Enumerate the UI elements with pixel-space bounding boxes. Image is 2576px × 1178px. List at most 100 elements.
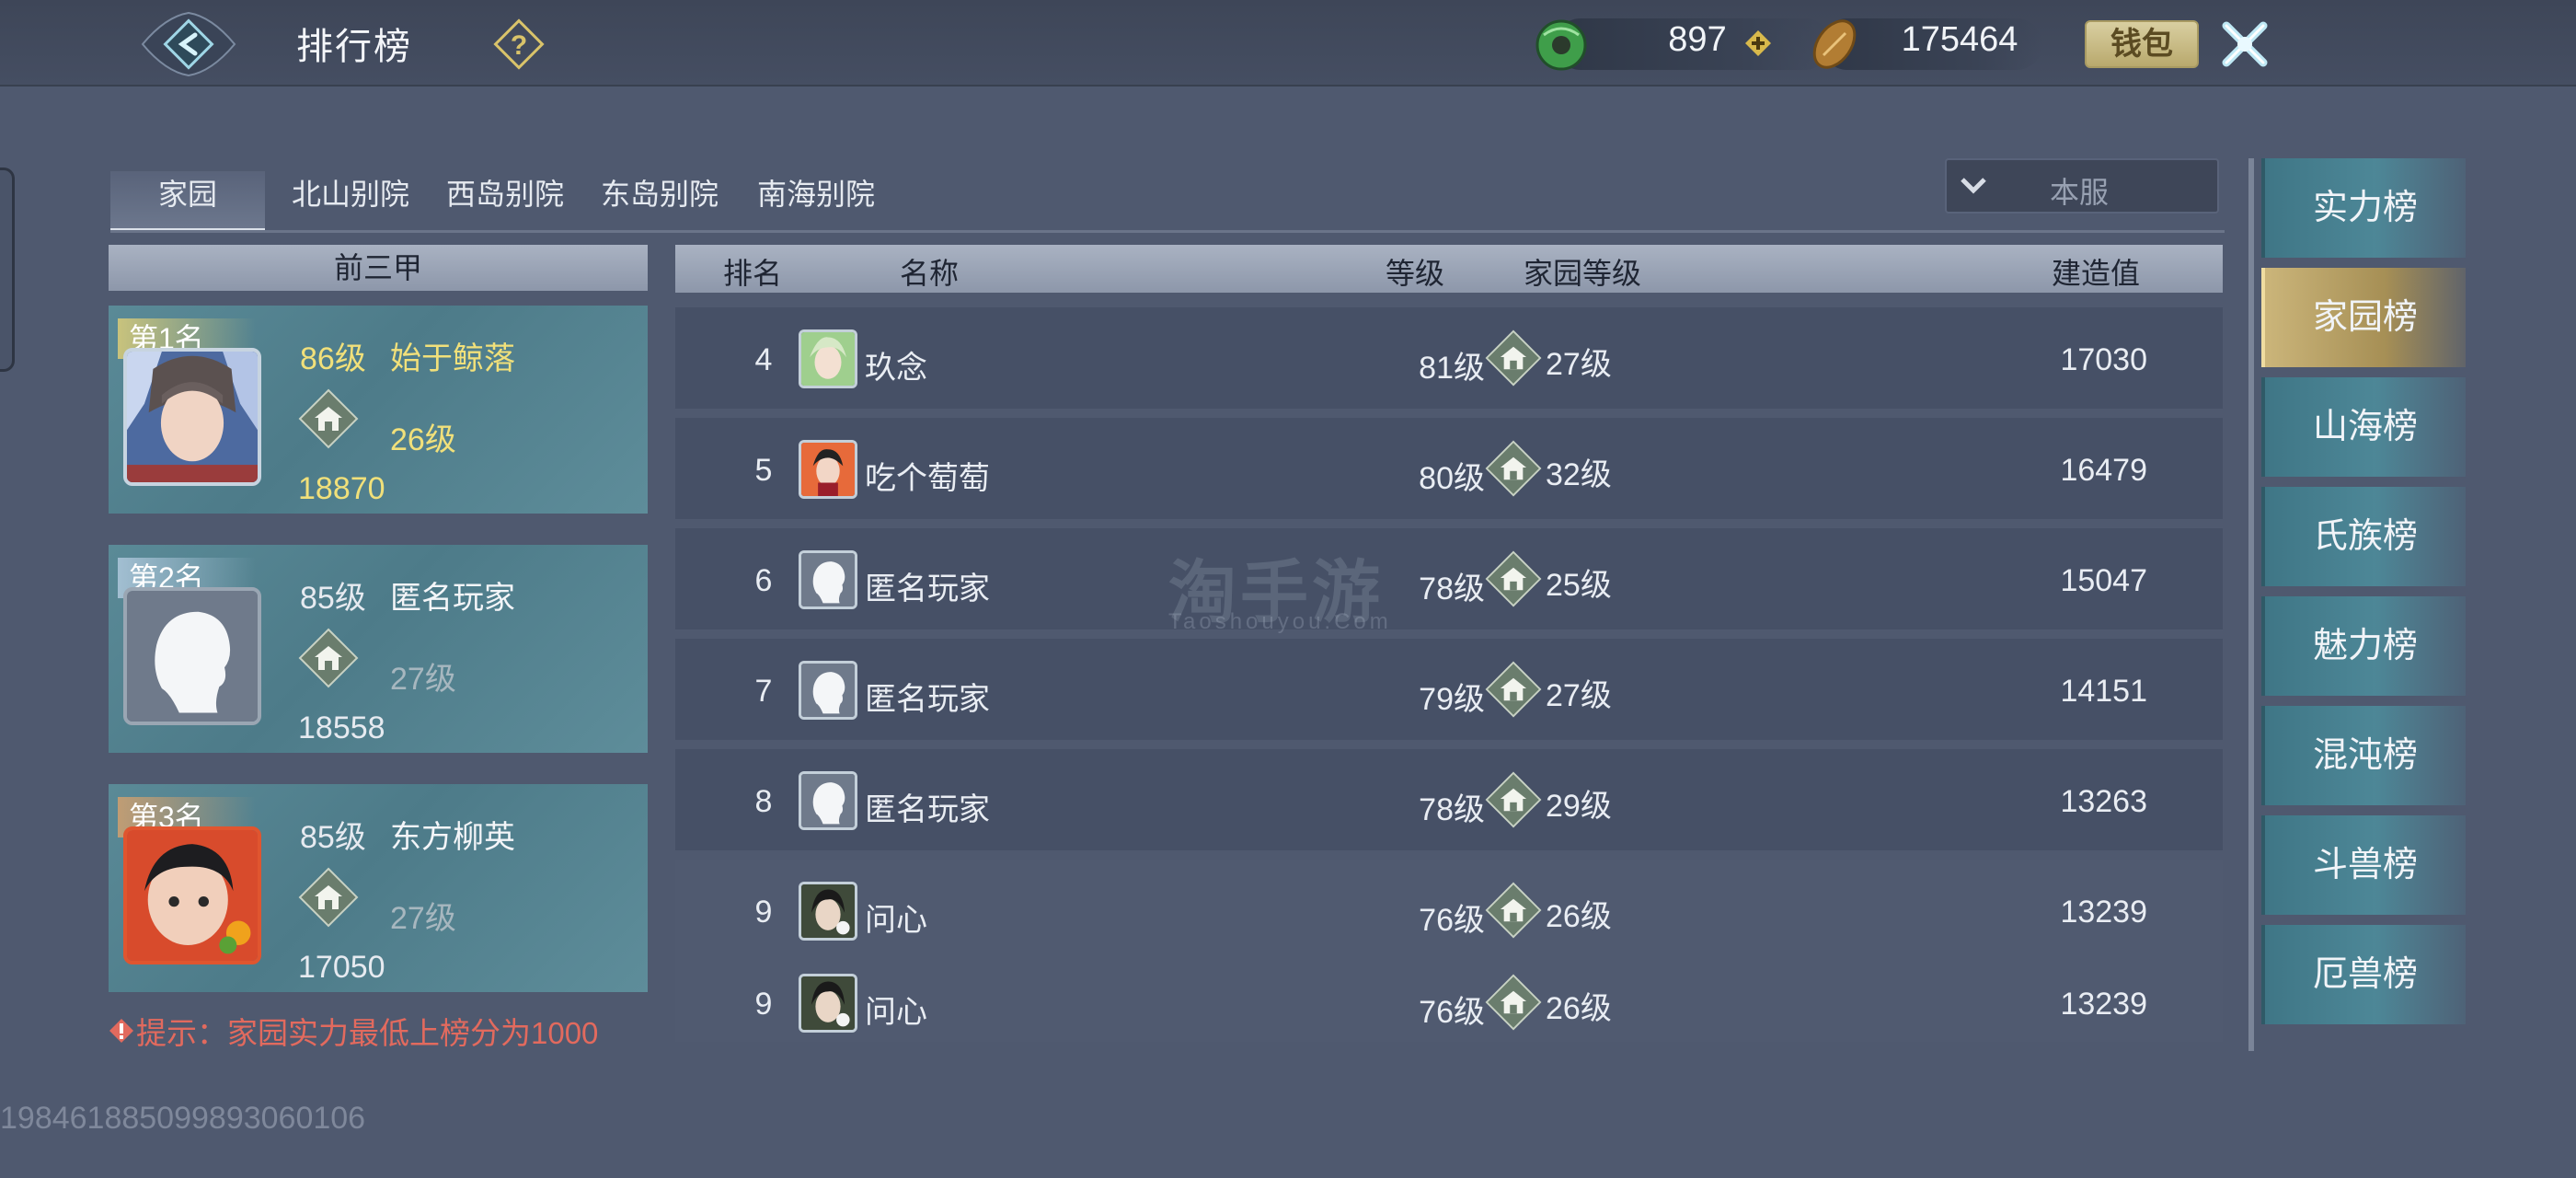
- row-rank: 6: [754, 563, 773, 598]
- row-rank: 9: [754, 895, 773, 930]
- question-icon: ?: [493, 18, 545, 70]
- help-button[interactable]: ?: [491, 17, 546, 72]
- home-icon: [298, 867, 359, 928]
- table-header: 排名 名称 等级 家园等级 建造值: [675, 245, 2223, 293]
- row-player-name: 问心: [865, 995, 927, 1030]
- table-row[interactable]: 8 匿名玩家 78级 29级 13263: [675, 749, 2223, 850]
- side-drawer-handle[interactable]: [0, 167, 15, 372]
- tab-beishan[interactable]: 北山别院: [282, 171, 420, 232]
- tab-xidao[interactable]: 西岛别院: [436, 171, 574, 232]
- row-player-name: 玖念: [865, 351, 927, 386]
- row-player-name: 匿名玩家: [865, 572, 990, 606]
- wallet-button[interactable]: 钱包: [2085, 20, 2199, 68]
- row-rank: 7: [754, 674, 773, 709]
- player-level: 85级: [300, 820, 366, 855]
- home-level: 26级: [390, 422, 456, 457]
- menu-item-4[interactable]: 魅力榜: [2261, 596, 2466, 696]
- column-home-level: 家园等级: [1524, 257, 1642, 290]
- menu-item-0[interactable]: 实力榜: [2261, 158, 2466, 258]
- menu-item-5[interactable]: 混沌榜: [2261, 706, 2466, 805]
- row-build-score: 14151: [2060, 674, 2147, 709]
- menu-item-6[interactable]: 斗兽榜: [2261, 815, 2466, 915]
- home-icon: [298, 388, 359, 449]
- row-home-level: 25级: [1546, 568, 1612, 603]
- table-row[interactable]: 4 玖念 81级 27级 17030: [675, 307, 2223, 409]
- row-home-level: 27级: [1546, 678, 1612, 713]
- build-score: 17050: [298, 950, 385, 985]
- avatar: [799, 882, 857, 941]
- coin-amount: 175464: [1901, 20, 2018, 59]
- tab-dongdao[interactable]: 东岛别院: [591, 171, 729, 232]
- table-row[interactable]: 9 问心 76级 26级 13239: [675, 952, 2223, 1042]
- avatar: [799, 440, 857, 499]
- row-home-level: 26级: [1546, 899, 1612, 934]
- menu-item-1[interactable]: 家园榜: [2261, 268, 2466, 367]
- row-build-score: 15047: [2060, 563, 2147, 598]
- table-row[interactable]: 6 匿名玩家 78级 25级 15047: [675, 528, 2223, 629]
- tab-home[interactable]: 家园: [110, 171, 265, 232]
- table-row[interactable]: 5 吃个萄萄 80级 32级 16479: [675, 418, 2223, 519]
- home-icon: [1485, 329, 1542, 387]
- menu-item-7[interactable]: 厄兽榜: [2261, 925, 2466, 1024]
- table-row[interactable]: 9 问心 76级 26级 13239: [675, 860, 2223, 961]
- column-level: 等级: [1386, 257, 1445, 290]
- row-build-score: 17030: [2060, 342, 2147, 377]
- row-rank: 5: [754, 453, 773, 488]
- row-level: 79级: [1419, 682, 1485, 717]
- back-button[interactable]: [138, 7, 239, 81]
- row-home-level: 26级: [1546, 991, 1612, 1026]
- close-icon: [2222, 21, 2268, 67]
- page-title: 排行榜: [296, 27, 412, 67]
- avatar: [799, 771, 857, 830]
- row-home-level: 32级: [1546, 457, 1612, 492]
- home-icon: [1485, 974, 1542, 1031]
- player-uid: 19846188509989306010​6: [0, 1101, 366, 1136]
- row-level: 80级: [1419, 461, 1485, 496]
- scrollbar[interactable]: [2248, 158, 2254, 1051]
- row-build-score: 16479: [2060, 453, 2147, 488]
- player-name: 始于鲸落: [390, 341, 515, 376]
- top3-card-1[interactable]: 第1名 86级 始于鲸落 26级 18870: [109, 306, 648, 514]
- avatar: [123, 348, 261, 486]
- watermark-sub: Taoshouyou.Com: [1168, 609, 1392, 634]
- back-arrow-icon: [141, 11, 236, 77]
- player-name: 匿名玩家: [390, 581, 515, 616]
- home-icon: [1485, 882, 1542, 939]
- home-level: 27级: [390, 901, 456, 936]
- build-score: 18558: [298, 710, 385, 745]
- avatar: [799, 974, 857, 1033]
- add-jade-icon[interactable]: [1744, 29, 1772, 57]
- player-name: 东方柳英: [390, 820, 515, 855]
- top3-header: 前三甲: [109, 245, 648, 291]
- row-home-level: 27级: [1546, 347, 1612, 382]
- menu-item-3[interactable]: 氏族榜: [2261, 487, 2466, 586]
- avatar: [799, 661, 857, 720]
- row-player-name: 匿名玩家: [865, 792, 990, 827]
- build-score: 18870: [298, 471, 385, 506]
- close-button[interactable]: [2208, 7, 2282, 81]
- tip-text: 提示：家园实力最低上榜分为1000: [136, 1016, 599, 1050]
- row-rank: 8: [754, 784, 773, 819]
- top3-card-2[interactable]: 第2名 85级 匿名玩家 27级 18558: [109, 545, 648, 753]
- table-row[interactable]: 7 匿名玩家 79级 27级 14151: [675, 639, 2223, 740]
- chevron-down-icon: [1961, 178, 1986, 194]
- row-level: 81级: [1419, 351, 1485, 386]
- home-level: 27级: [390, 662, 456, 697]
- row-build-score: 13239: [2060, 987, 2147, 1022]
- home-icon: [1485, 550, 1542, 607]
- jade-amount: 897: [1668, 20, 1727, 59]
- row-level: 78级: [1419, 792, 1485, 827]
- row-player-name: 吃个萄萄: [865, 461, 990, 496]
- home-icon: [1485, 440, 1542, 497]
- svg-text:?: ?: [511, 30, 527, 61]
- avatar: [123, 826, 261, 964]
- tab-nanhai[interactable]: 南海别院: [747, 171, 885, 232]
- row-level: 76级: [1419, 903, 1485, 938]
- top3-card-3[interactable]: 第3名 85级 东方柳英 27级 17050: [109, 784, 648, 992]
- row-rank: 4: [754, 342, 773, 377]
- row-home-level: 29级: [1546, 789, 1612, 824]
- coin-icon: [1812, 19, 1857, 69]
- home-icon: [1485, 661, 1542, 718]
- warning-icon: [109, 1019, 133, 1043]
- menu-item-2[interactable]: 山海榜: [2261, 377, 2466, 477]
